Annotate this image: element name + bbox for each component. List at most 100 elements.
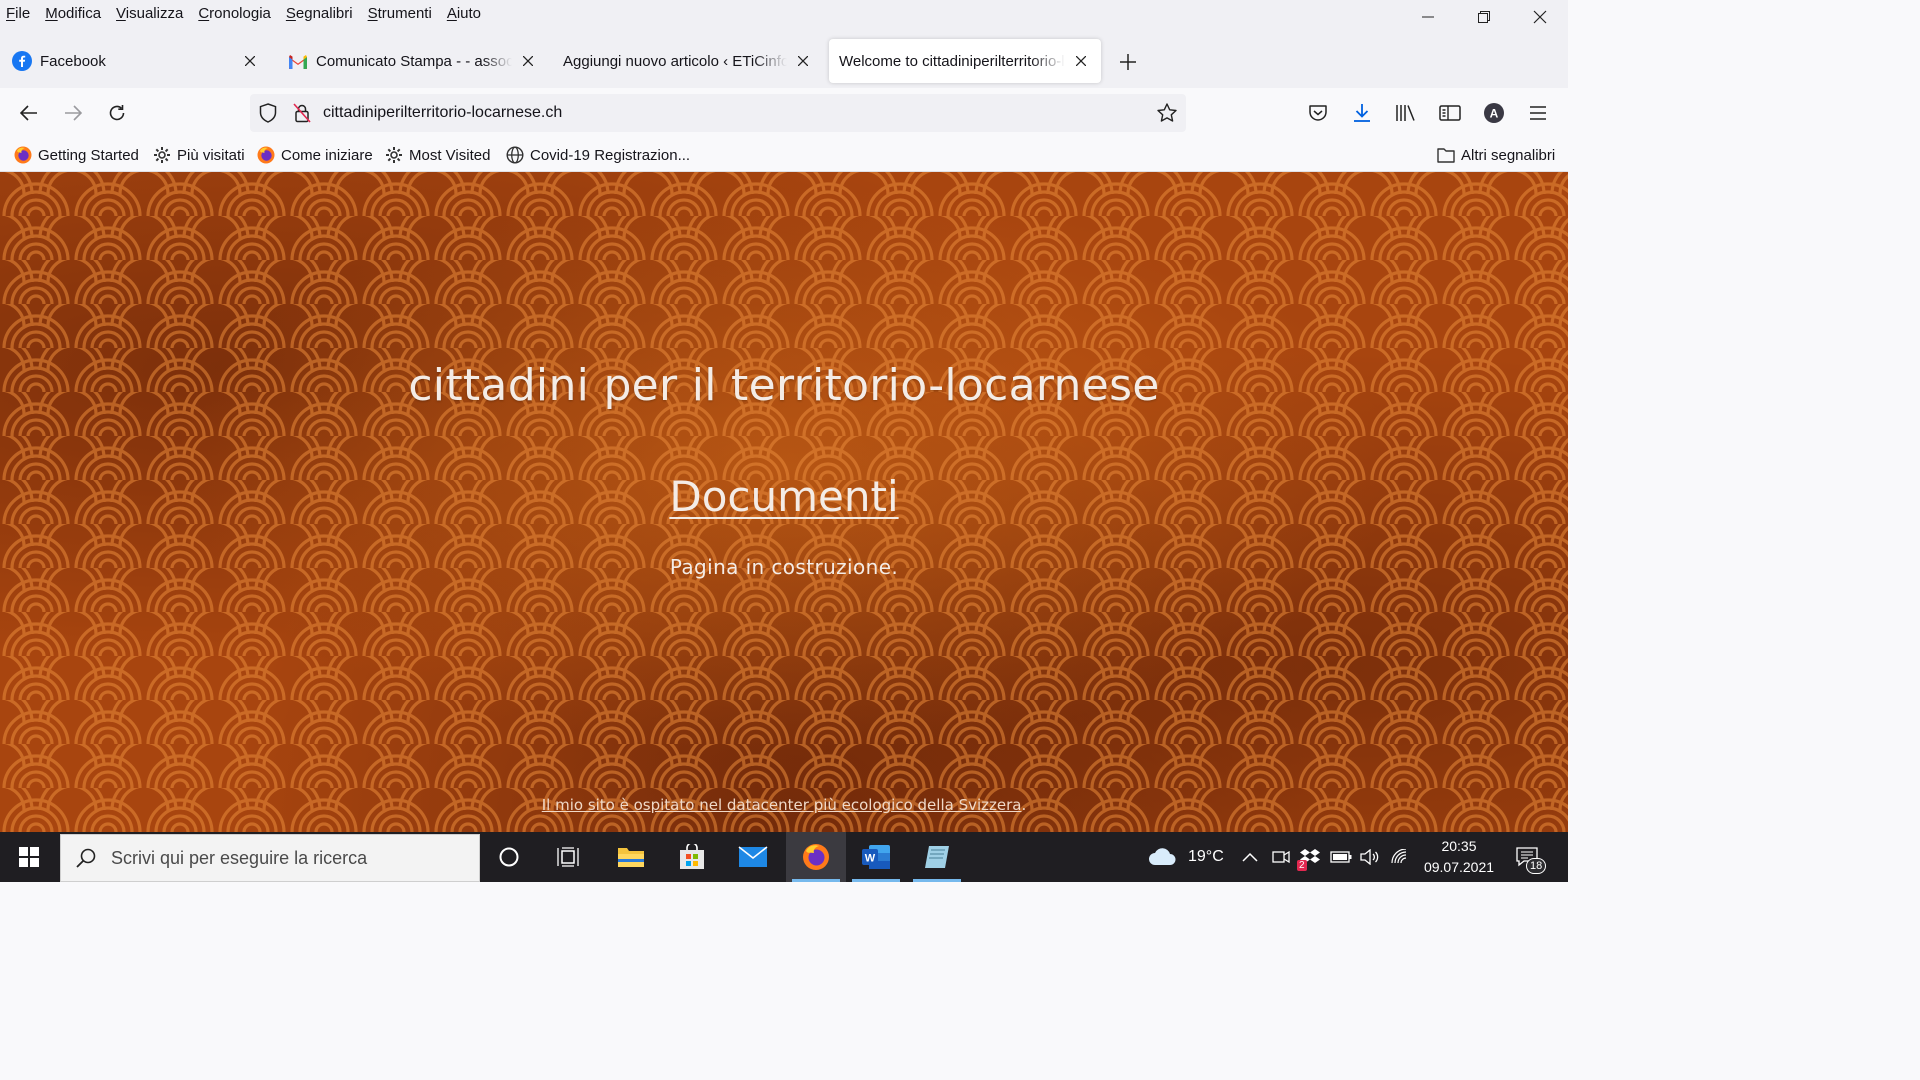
close-icon bbox=[798, 56, 808, 66]
insecure-lock-icon[interactable] bbox=[291, 102, 313, 124]
tab-title: Welcome to cittadiniperilterritorio-lo bbox=[839, 52, 1065, 70]
close-icon bbox=[523, 56, 533, 66]
weather-widget[interactable]: 19°C bbox=[1148, 832, 1224, 882]
pocket-button[interactable] bbox=[1304, 99, 1332, 127]
dropbox-tray-icon[interactable]: 2 bbox=[1297, 832, 1321, 882]
speaker-icon bbox=[1360, 849, 1379, 865]
documenti-link[interactable]: Documenti bbox=[0, 472, 1568, 521]
library-button[interactable] bbox=[1392, 99, 1420, 127]
tab-close-button[interactable] bbox=[518, 51, 538, 71]
sidebar-button[interactable] bbox=[1436, 99, 1464, 127]
other-bookmarks-button[interactable]: Altri segnalibri bbox=[1437, 144, 1555, 166]
meet-now-icon[interactable] bbox=[1272, 832, 1290, 882]
menu-modifica[interactable]: Modifica bbox=[45, 5, 101, 22]
bookmark-piu-visitati[interactable]: Più visitati bbox=[153, 144, 245, 166]
store-button[interactable] bbox=[662, 832, 722, 882]
cloud-weather-icon bbox=[1149, 848, 1176, 865]
globe-icon bbox=[506, 146, 524, 164]
reload-button[interactable] bbox=[102, 99, 132, 127]
bookmark-label: Altri segnalibri bbox=[1461, 146, 1556, 164]
battery-icon bbox=[1330, 851, 1352, 863]
new-tab-button[interactable] bbox=[1114, 48, 1142, 76]
store-bag-icon bbox=[680, 844, 704, 869]
tab-title: Facebook bbox=[40, 52, 106, 70]
menu-aiuto[interactable]: Aiuto bbox=[447, 5, 481, 22]
pocket-icon bbox=[1309, 105, 1327, 121]
hosting-link[interactable]: Il mio sito è ospitato nel datacenter pi… bbox=[542, 796, 1022, 814]
show-hidden-icons-button[interactable] bbox=[1242, 832, 1258, 882]
bookmark-covid-registrazione[interactable]: Covid-19 Registrazion... bbox=[506, 144, 690, 166]
windows-logo-icon bbox=[19, 847, 39, 867]
camera-icon bbox=[1272, 850, 1290, 864]
library-icon bbox=[1396, 105, 1415, 121]
menu-file[interactable]: File bbox=[6, 5, 30, 22]
notification-count: 18 bbox=[1526, 858, 1547, 874]
arrow-left-icon bbox=[20, 105, 37, 121]
volume-tray-icon[interactable] bbox=[1360, 832, 1380, 882]
search-placeholder: Scrivi qui per eseguire la ricerca bbox=[111, 847, 368, 868]
plus-icon bbox=[1120, 54, 1136, 70]
tab-comunicato-stampa[interactable]: Comunicato Stampa - - associaz bbox=[278, 39, 548, 83]
url-text[interactable]: cittadiniperilterritorio-locarnese.ch bbox=[323, 104, 562, 122]
menu-strumenti[interactable]: Strumenti bbox=[368, 5, 432, 22]
wifi-icon bbox=[1391, 849, 1407, 864]
tab-close-button[interactable] bbox=[240, 51, 260, 71]
tab-welcome-active[interactable]: Welcome to cittadiniperilterritorio-lo bbox=[829, 39, 1101, 83]
word-icon: W bbox=[862, 845, 890, 869]
chevron-up-icon bbox=[1242, 852, 1258, 862]
task-view-button[interactable] bbox=[539, 832, 599, 882]
hamburger-menu-icon bbox=[1530, 106, 1546, 120]
menu-cronologia[interactable]: Cronologia bbox=[198, 5, 271, 22]
folder-icon bbox=[1437, 146, 1455, 164]
tab-title: Aggiungi nuovo articolo ‹ ETiCinform bbox=[563, 52, 787, 70]
menu-segnalibri[interactable]: Segnalibri bbox=[286, 5, 353, 22]
firefox-icon bbox=[803, 844, 829, 870]
notes-app-button[interactable] bbox=[907, 832, 967, 882]
downloads-button[interactable] bbox=[1348, 99, 1376, 127]
weather-temperature: 19°C bbox=[1188, 848, 1224, 865]
forward-button[interactable] bbox=[58, 99, 88, 127]
bookmark-most-visited[interactable]: Most Visited bbox=[385, 144, 490, 166]
account-button[interactable]: A bbox=[1480, 99, 1508, 127]
battery-tray-icon[interactable] bbox=[1330, 832, 1352, 882]
menu-visualizza[interactable]: Visualizza bbox=[116, 5, 183, 22]
tab-aggiungi-articolo[interactable]: Aggiungi nuovo articolo ‹ ETiCinform bbox=[553, 39, 823, 83]
account-avatar-icon: A bbox=[1484, 103, 1504, 123]
reload-icon bbox=[109, 105, 125, 121]
close-icon bbox=[1076, 56, 1086, 66]
running-indicator bbox=[913, 879, 961, 882]
bookmark-label: Most Visited bbox=[409, 146, 491, 164]
network-tray-icon[interactable] bbox=[1390, 832, 1410, 882]
bookmark-star-icon[interactable] bbox=[1156, 102, 1178, 124]
hosting-footer: Il mio sito è ospitato nel datacenter pi… bbox=[0, 796, 1568, 814]
sidebar-icon bbox=[1439, 105, 1461, 121]
search-icon bbox=[76, 848, 96, 868]
close-icon bbox=[245, 56, 255, 66]
app-menu-button[interactable] bbox=[1524, 99, 1552, 127]
mail-button[interactable] bbox=[723, 832, 783, 882]
tab-title: Comunicato Stampa - - associaz bbox=[316, 52, 512, 70]
firefox-icon bbox=[257, 146, 275, 164]
url-bar[interactable]: cittadiniperilterritorio-locarnese.ch bbox=[250, 94, 1186, 132]
back-button[interactable] bbox=[14, 99, 44, 127]
firefox-icon bbox=[14, 146, 32, 164]
taskbar-search-box[interactable]: Scrivi qui per eseguire la ricerca bbox=[60, 834, 480, 882]
minimize-icon bbox=[1422, 16, 1434, 18]
file-explorer-button[interactable] bbox=[601, 832, 661, 882]
tab-close-button[interactable] bbox=[793, 51, 813, 71]
shield-icon[interactable] bbox=[257, 102, 279, 124]
mail-envelope-icon bbox=[738, 846, 768, 867]
word-button[interactable]: W bbox=[846, 832, 906, 882]
tab-close-button[interactable] bbox=[1071, 51, 1091, 71]
system-clock[interactable]: 20:35 09.07.2021 bbox=[1418, 836, 1500, 878]
footer-period: . bbox=[1021, 796, 1027, 814]
restore-icon bbox=[1478, 11, 1490, 23]
action-center-button[interactable]: 18 bbox=[1516, 832, 1547, 882]
bookmark-come-iniziare[interactable]: Come iniziare bbox=[257, 144, 373, 166]
cortana-button[interactable] bbox=[479, 832, 539, 882]
bookmark-getting-started[interactable]: Getting Started bbox=[14, 144, 139, 166]
firefox-taskbar-button[interactable] bbox=[786, 832, 846, 882]
construction-notice: Pagina in costruzione. bbox=[669, 555, 899, 579]
start-button[interactable] bbox=[0, 832, 58, 882]
tab-facebook[interactable]: Facebook bbox=[2, 39, 270, 83]
